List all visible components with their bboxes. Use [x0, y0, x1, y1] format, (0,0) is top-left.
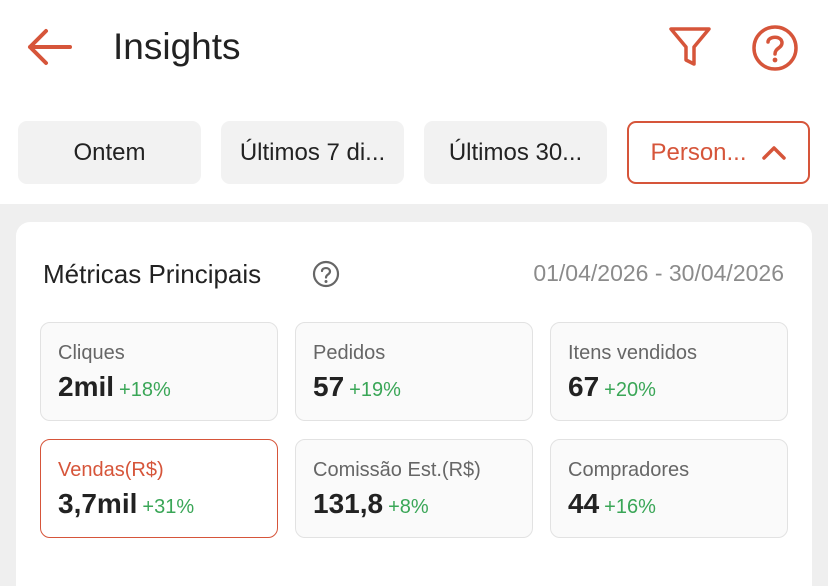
- chip-label: Últimos 7 di...: [239, 138, 386, 166]
- metric-label: Vendas(R$): [58, 459, 164, 481]
- metrics-card-title: Métricas Principais: [43, 259, 262, 289]
- metric-value: 2mil: [58, 371, 115, 402]
- chip-label: Person...: [650, 138, 747, 166]
- metric-tile-orders[interactable]: Pedidos 57 +19%: [295, 322, 533, 421]
- metric-label: Cliques: [58, 342, 125, 364]
- filter-funnel-icon[interactable]: [667, 24, 713, 70]
- metric-value: 3,7mil: [58, 488, 138, 519]
- metric-tile-clicks[interactable]: Cliques 2mil +18%: [40, 322, 278, 421]
- chip-label: Últimos 30...: [448, 138, 583, 166]
- metrics-card: Métricas Principais 01/04/2026 - 30/04/2…: [16, 222, 812, 586]
- chip-last-30-days[interactable]: Últimos 30...: [424, 121, 607, 184]
- metric-tile-buyers[interactable]: Compradores 44 +16%: [550, 439, 788, 538]
- page-title: Insights: [113, 26, 241, 67]
- metrics-help-icon[interactable]: [312, 260, 340, 288]
- metric-delta: +20%: [604, 379, 656, 401]
- metric-label: Compradores: [568, 459, 690, 481]
- metric-label: Comissão Est.(R$): [313, 459, 481, 481]
- metric-value: 67: [568, 371, 600, 402]
- metric-label: Pedidos: [313, 342, 386, 364]
- date-range: 01/04/2026 - 30/04/2026: [533, 260, 784, 286]
- period-chips-row: Ontem Últimos 7 di... Últimos 30... Pers…: [0, 96, 828, 204]
- metric-value: 131,8: [313, 488, 384, 519]
- header-bar: Insights: [0, 0, 828, 96]
- metric-delta: +19%: [349, 379, 401, 401]
- metric-tile-sales[interactable]: Vendas(R$) 3,7mil +31%: [40, 439, 278, 538]
- chip-yesterday[interactable]: Ontem: [18, 121, 201, 184]
- metric-tile-items-sold[interactable]: Itens vendidos 67 +20%: [550, 322, 788, 421]
- chip-last-7-days[interactable]: Últimos 7 di...: [221, 121, 404, 184]
- chevron-up-icon: [761, 145, 786, 160]
- chip-custom[interactable]: Person...: [627, 121, 810, 184]
- metric-tile-commission[interactable]: Comissão Est.(R$) 131,8 +8%: [295, 439, 533, 538]
- metric-value: 57: [313, 371, 345, 402]
- metric-delta: +16%: [604, 496, 656, 518]
- metric-value: 44: [568, 488, 600, 519]
- back-arrow-icon[interactable]: [24, 24, 74, 70]
- metric-delta: +8%: [388, 496, 429, 518]
- chip-label: Ontem: [73, 138, 146, 166]
- metric-delta: +31%: [142, 496, 195, 518]
- metric-delta: +18%: [119, 379, 171, 401]
- metric-label: Itens vendidos: [568, 342, 697, 364]
- help-question-icon[interactable]: [751, 24, 799, 72]
